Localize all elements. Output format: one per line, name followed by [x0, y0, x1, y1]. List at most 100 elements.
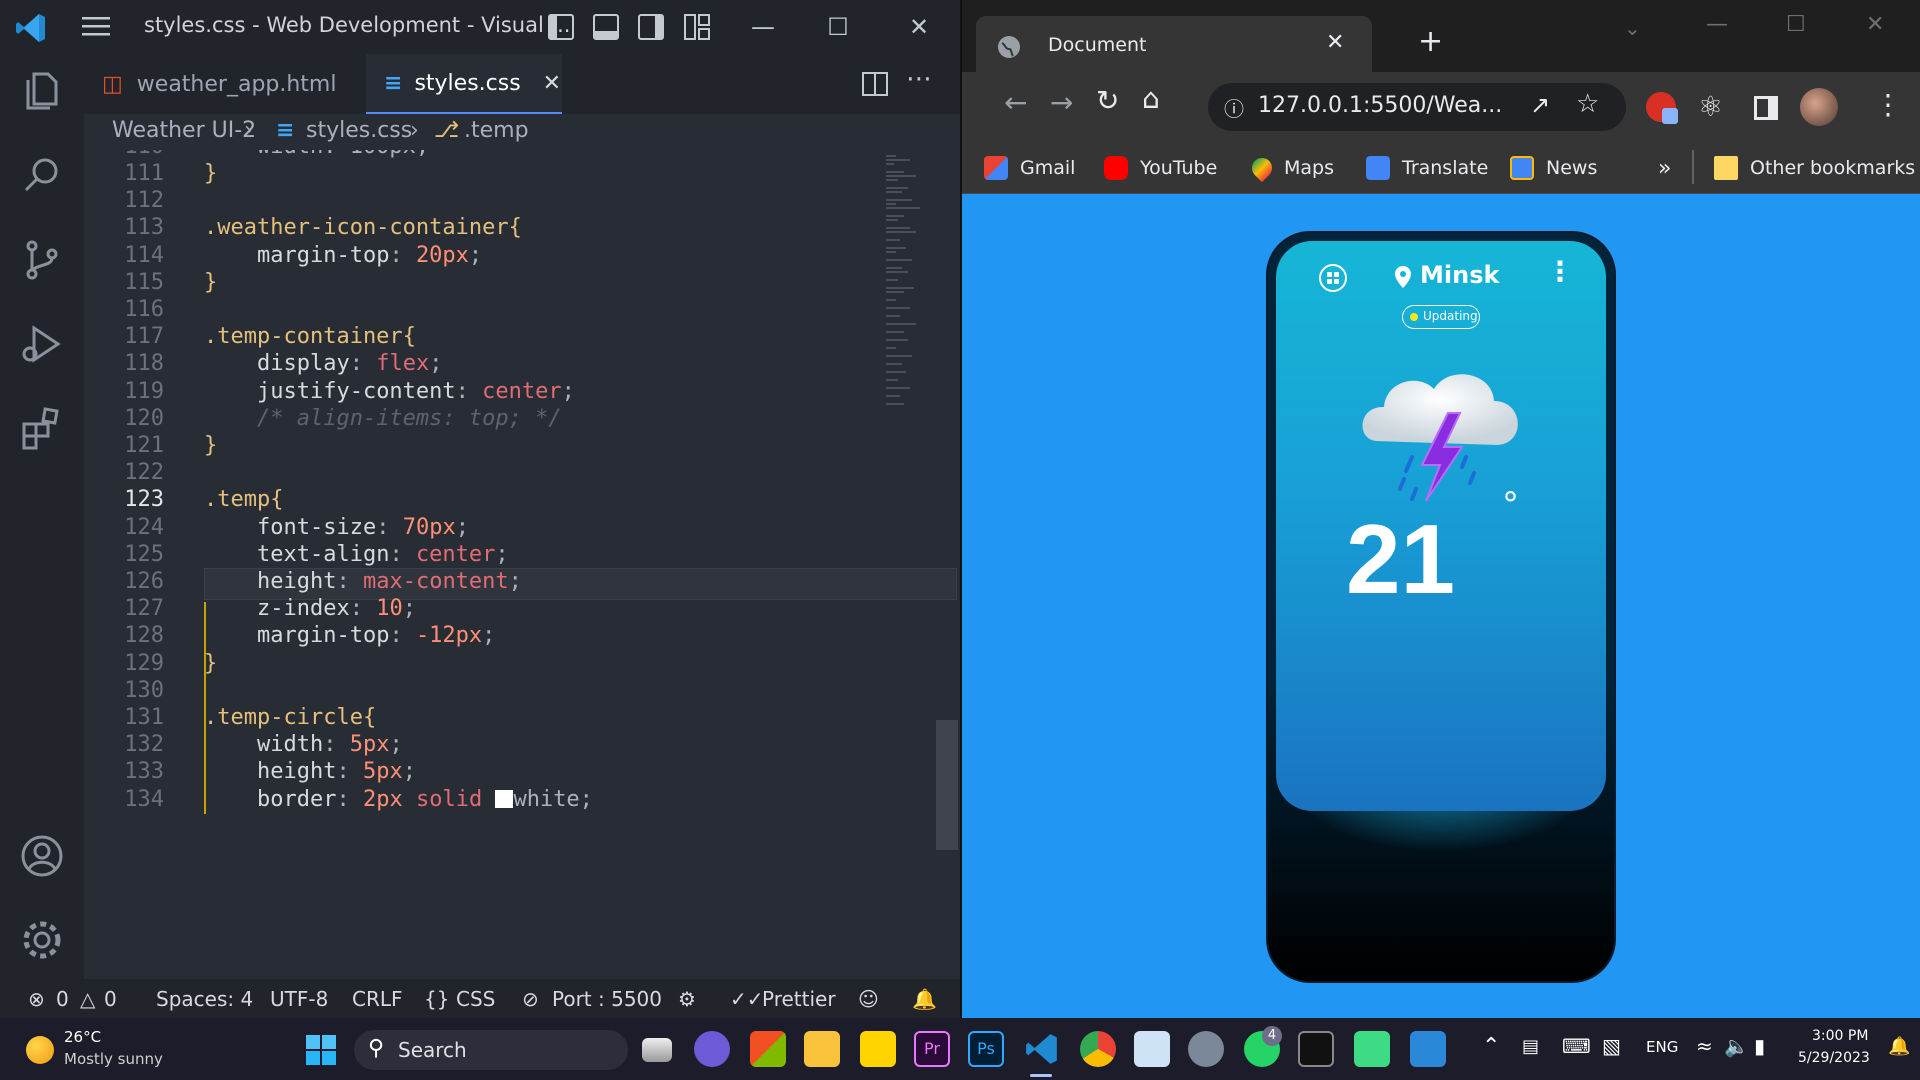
language-indicator[interactable]: ENG: [1646, 1038, 1678, 1056]
search-icon[interactable]: [18, 152, 66, 200]
more-bookmarks-button[interactable]: »: [1658, 152, 1671, 184]
accounts-icon[interactable]: [18, 832, 66, 880]
taskbar-weather-desc[interactable]: Mostly sunny: [64, 1050, 163, 1068]
bookmark-star-icon[interactable]: ☆: [1576, 89, 1599, 119]
url-text[interactable]: 127.0.0.1:5500/Wea...: [1258, 93, 1502, 118]
teams-chat-icon[interactable]: [694, 1031, 730, 1067]
code-editor[interactable]: 110 width: 100px; 111} 112113 .weather-ico…: [84, 150, 960, 979]
warning-icon[interactable]: △: [80, 987, 95, 1011]
minimize-button[interactable]: —: [748, 12, 778, 42]
task-view-icon[interactable]: [642, 1038, 672, 1062]
tab-title: Document: [1048, 34, 1147, 56]
tab-weather-app-html[interactable]: ◫ weather_app.html: [84, 54, 364, 114]
notification-center-icon[interactable]: 🔔: [1888, 1036, 1910, 1057]
windows-start-icon[interactable]: [306, 1035, 336, 1065]
device-icon[interactable]: ▤: [1522, 1036, 1539, 1057]
language-mode[interactable]: CSS: [456, 987, 495, 1011]
toggle-panel-icon[interactable]: [593, 14, 619, 40]
line-ending[interactable]: CRLF: [352, 987, 403, 1011]
breadcrumb-file[interactable]: styles.css: [306, 118, 412, 143]
live-server-port[interactable]: Port : 5500: [552, 987, 662, 1011]
breadcrumb-folder[interactable]: Weather UI-2: [112, 118, 256, 143]
bookmark-translate[interactable]: Translate: [1366, 152, 1488, 184]
premiere-pro-icon[interactable]: Pr: [914, 1031, 950, 1067]
share-icon[interactable]: ↗: [1530, 91, 1550, 119]
extensions-icon[interactable]: [18, 404, 66, 452]
vscode-taskbar-icon[interactable]: [1024, 1031, 1060, 1067]
other-bookmarks[interactable]: Other bookmarks: [1714, 152, 1915, 184]
error-icon[interactable]: ⊗: [28, 987, 45, 1011]
chrome-menu-icon[interactable]: ⋮: [1874, 88, 1902, 121]
close-tab-icon[interactable]: ✕: [1326, 30, 1344, 55]
sunny-weather-icon[interactable]: [26, 1036, 54, 1064]
taskbar-search[interactable]: ⚲ Search: [354, 1030, 628, 1070]
keyboard-icon[interactable]: ⌨: [1562, 1034, 1591, 1058]
microsoft-store-icon[interactable]: [750, 1031, 786, 1067]
copilot-icon[interactable]: ⚙: [678, 987, 696, 1011]
terminal-icon[interactable]: [1298, 1031, 1334, 1067]
android-studio-icon[interactable]: [1354, 1031, 1390, 1067]
new-tab-button[interactable]: +: [1418, 24, 1443, 59]
notifications-bell-icon[interactable]: 🔔: [912, 987, 937, 1011]
clock-date[interactable]: 5/29/2023: [1798, 1050, 1870, 1066]
breadcrumb-symbol[interactable]: .temp: [464, 118, 529, 143]
source-control-icon[interactable]: [18, 236, 66, 284]
more-options-icon[interactable]: ⋮: [1546, 255, 1574, 288]
run-debug-icon[interactable]: [18, 320, 66, 368]
encoding[interactable]: UTF-8: [270, 987, 328, 1011]
close-tab-icon[interactable]: ✕: [543, 71, 561, 96]
photos-icon[interactable]: [1134, 1031, 1170, 1067]
prettier[interactable]: Prettier: [762, 987, 836, 1011]
bookmark-youtube[interactable]: YouTube: [1104, 152, 1217, 184]
settings-taskbar-icon[interactable]: [1188, 1031, 1224, 1067]
more-actions-icon[interactable]: ⋯: [906, 64, 932, 94]
side-panel-icon[interactable]: [1754, 96, 1778, 120]
close-window-button[interactable]: ✕: [1866, 12, 1884, 37]
address-bar[interactable]: ⓘ 127.0.0.1:5500/Wea... ↗ ☆: [1208, 83, 1626, 131]
maximize-button[interactable]: ☐: [1786, 12, 1806, 37]
sticky-notes-icon[interactable]: [860, 1031, 896, 1067]
settings-gear-icon[interactable]: [18, 916, 66, 964]
indentation[interactable]: Spaces: 4: [156, 987, 253, 1011]
tab-search-icon[interactable]: ⌄: [1624, 16, 1641, 40]
minimize-button[interactable]: —: [1706, 12, 1728, 37]
photoshop-icon[interactable]: Ps: [968, 1031, 1004, 1067]
profile-avatar[interactable]: [1800, 88, 1838, 126]
file-explorer-icon[interactable]: [804, 1031, 840, 1067]
show-hidden-icons-chevron-icon[interactable]: ⌃: [1482, 1034, 1500, 1059]
menu-icon[interactable]: [82, 14, 110, 38]
paint-icon[interactable]: [1410, 1031, 1446, 1067]
home-icon[interactable]: ⌂: [1142, 82, 1160, 115]
maximize-button[interactable]: ☐: [823, 12, 853, 42]
grid-menu-icon[interactable]: [1318, 263, 1348, 293]
close-window-button[interactable]: ✕: [904, 12, 934, 42]
editor-scrollbar[interactable]: [936, 720, 958, 850]
extensions-puzzle-icon[interactable]: ⚛: [1698, 90, 1723, 123]
toggle-secondary-sidebar-icon[interactable]: [638, 14, 664, 40]
volume-icon[interactable]: 🔈: [1724, 1034, 1749, 1058]
taskbar-weather-temp[interactable]: 26°C: [64, 1028, 101, 1046]
bookmark-gmail[interactable]: Gmail: [984, 152, 1075, 184]
pen-menu-icon[interactable]: ▧: [1602, 1034, 1621, 1058]
error-count[interactable]: 0: [56, 987, 69, 1011]
bookmark-news[interactable]: News: [1510, 152, 1597, 184]
feedback-icon[interactable]: ☺: [858, 987, 879, 1011]
clock-time[interactable]: 3:00 PM: [1812, 1028, 1868, 1044]
checkmark-icon: ✓✓: [730, 987, 764, 1011]
chrome-taskbar-icon[interactable]: [1080, 1031, 1116, 1067]
reload-icon[interactable]: ↻: [1096, 84, 1119, 117]
degree-symbol: °: [1502, 485, 1519, 525]
warning-count[interactable]: 0: [104, 987, 117, 1011]
customize-layout-icon[interactable]: [684, 14, 710, 40]
back-arrow-icon[interactable]: ←: [1004, 86, 1027, 119]
bookmark-maps[interactable]: Maps: [1247, 152, 1334, 184]
wifi-icon[interactable]: ≈: [1696, 1034, 1713, 1058]
vscode-titlebar: styles.css - Web Development - Visual ..…: [0, 0, 960, 54]
explorer-icon[interactable]: [18, 66, 66, 114]
toggle-primary-sidebar-icon[interactable]: [548, 14, 574, 40]
split-editor-icon[interactable]: [862, 72, 888, 96]
tab-styles-css[interactable]: ≡ styles.css ✕: [366, 54, 562, 114]
forward-arrow-icon[interactable]: →: [1050, 86, 1073, 119]
battery-icon[interactable]: ▮: [1754, 1034, 1765, 1058]
site-info-icon[interactable]: ⓘ: [1224, 93, 1244, 122]
